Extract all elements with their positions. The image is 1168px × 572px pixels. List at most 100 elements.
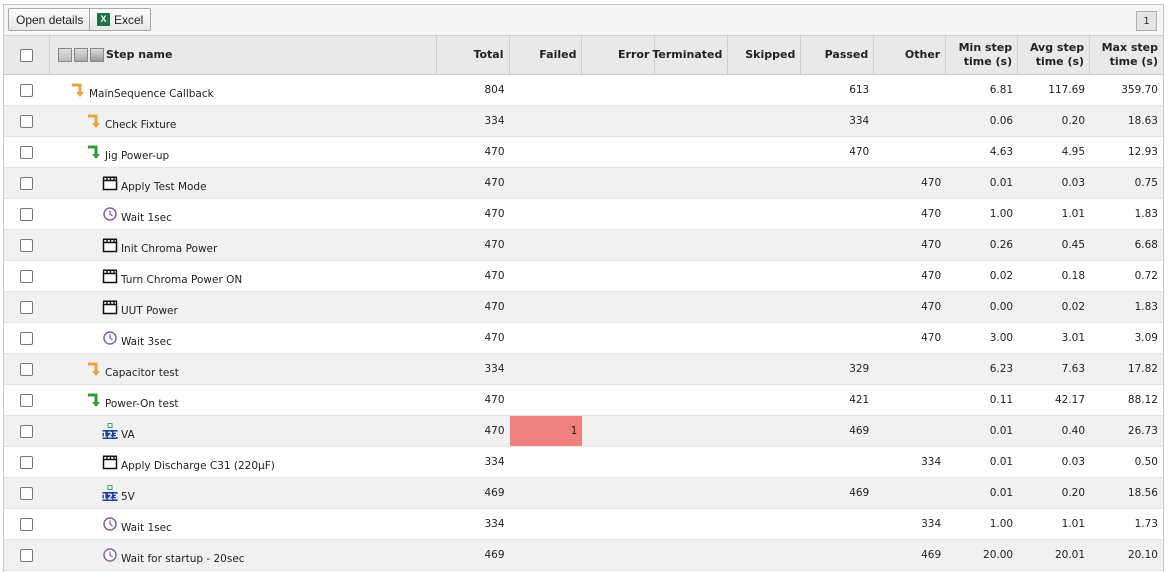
step-name: MainSequence Callback [88, 88, 214, 100]
error-cell [582, 261, 655, 291]
max-time-cell: 1.73 [1134, 518, 1158, 530]
failed-cell [510, 199, 583, 229]
header-total[interactable]: Total [437, 36, 510, 74]
row-select-cell [4, 509, 50, 539]
step-name-cell: Wait 1sec [50, 509, 437, 539]
passed-cell: 469 [849, 425, 870, 437]
max-time-cell: 18.63 [1127, 115, 1158, 127]
header-other[interactable]: Other [874, 36, 947, 74]
header-terminated[interactable]: Terminated [652, 36, 729, 74]
table-row[interactable]: Wait 3sec 470 470 3.00 3.01 3.09 [4, 323, 1163, 354]
max-time-cell: 26.73 [1127, 425, 1158, 437]
table-row[interactable]: Apply Test Mode 470 470 0.01 0.03 0.75 [4, 168, 1163, 199]
table-row[interactable]: 123 5V 469 469 0.01 0.20 18.56 [4, 478, 1163, 509]
skipped-cell [728, 416, 801, 446]
table-row[interactable]: Wait 1sec 470 470 1.00 1.01 1.83 [4, 199, 1163, 230]
total-cell: 334 [484, 456, 505, 468]
table-row[interactable]: 123 VA 470 1 469 0.01 0.40 26.73 [4, 416, 1163, 447]
row-checkbox[interactable] [20, 517, 34, 531]
table-row[interactable]: MainSequence Callback 804 613 6.81 117.69 359… [4, 75, 1163, 106]
row-checkbox[interactable] [20, 207, 34, 221]
min-time-cell: 0.26 [989, 239, 1014, 251]
other-cell: 334 [921, 456, 942, 468]
header-max-step-time[interactable]: Max step time (s) [1090, 36, 1163, 74]
svg-text:123: 123 [102, 431, 118, 440]
row-checkbox[interactable] [20, 393, 34, 407]
header-passed[interactable]: Passed [801, 36, 875, 74]
excel-export-button[interactable]: X Excel [89, 8, 152, 31]
orange-arrow-icon [86, 361, 102, 379]
max-time-cell: 359.70 [1121, 84, 1158, 96]
clock-icon [102, 547, 118, 565]
table-row[interactable]: Capacitor test 334 329 6.23 7.63 17.82 [4, 354, 1163, 385]
select-all-checkbox[interactable] [19, 48, 33, 62]
row-checkbox[interactable] [20, 486, 34, 500]
table-row[interactable]: Apply Discharge C31 (220µF) 334 334 0.01 0.0… [4, 447, 1163, 478]
table-row[interactable]: Turn Chroma Power ON 470 470 0.02 0.18 0.72 [4, 261, 1163, 292]
other-cell: 470 [921, 177, 942, 189]
row-checkbox[interactable] [20, 362, 34, 376]
header-min-step-time[interactable]: Min step time (s) [946, 36, 1019, 74]
table-row[interactable]: UUT Power 470 470 0.00 0.02 1.83 [4, 292, 1163, 323]
total-cell: 470 [484, 270, 505, 282]
clock-icon [102, 330, 118, 348]
row-checkbox[interactable] [20, 114, 34, 128]
skipped-cell [728, 261, 801, 291]
expand-all-icon[interactable] [89, 48, 104, 62]
collapse-all-icon[interactable] [57, 48, 72, 62]
error-cell [582, 385, 655, 415]
min-time-cell: 4.63 [989, 146, 1014, 158]
row-checkbox[interactable] [20, 269, 34, 283]
row-checkbox[interactable] [20, 300, 34, 314]
terminated-cell [655, 168, 728, 198]
step-name-cell: Check Fixture [50, 106, 437, 136]
other-cell [874, 354, 946, 384]
header-avg-step-time[interactable]: Avg step time (s) [1018, 36, 1091, 74]
avg-time-cell: 0.03 [1061, 456, 1086, 468]
table-row[interactable]: Check Fixture 334 334 0.06 0.20 18.63 [4, 106, 1163, 137]
row-checkbox[interactable] [20, 424, 34, 438]
failed-cell [510, 385, 583, 415]
table-row[interactable]: Power-On test 470 421 0.11 42.17 88.12 [4, 385, 1163, 416]
avg-time-cell: 7.63 [1061, 363, 1086, 375]
avg-time-cell: 0.18 [1061, 270, 1086, 282]
header-failed[interactable]: Failed [510, 36, 583, 74]
error-cell [582, 137, 655, 167]
error-cell [582, 292, 655, 322]
header-skipped[interactable]: Skipped [728, 36, 802, 74]
header-step-name[interactable]: Step name [50, 36, 437, 74]
row-checkbox[interactable] [20, 176, 34, 190]
header-error[interactable]: Error [582, 36, 656, 74]
row-select-cell [4, 416, 50, 446]
row-checkbox[interactable] [20, 548, 34, 562]
row-select-cell [4, 478, 50, 508]
table-row[interactable]: Init Chroma Power 470 470 0.26 0.45 6.68 [4, 230, 1163, 261]
expand-level-icon[interactable] [73, 48, 88, 62]
failed-cell [510, 509, 583, 539]
error-cell [582, 75, 655, 105]
table-row[interactable]: Wait 1sec 334 334 1.00 1.01 1.73 [4, 509, 1163, 540]
other-cell [874, 416, 946, 446]
total-cell: 470 [484, 146, 505, 158]
row-checkbox[interactable] [20, 83, 34, 97]
open-details-button[interactable]: Open details [8, 8, 92, 31]
table-row[interactable]: Jig Power-up 470 470 4.63 4.95 12.93 [4, 137, 1163, 168]
terminated-cell [655, 354, 728, 384]
passed-cell: 470 [849, 146, 870, 158]
row-select-cell [4, 75, 50, 105]
min-time-cell: 0.02 [989, 270, 1014, 282]
row-checkbox[interactable] [20, 238, 34, 252]
skipped-cell [728, 540, 801, 570]
table-row[interactable]: Wait for startup - 20sec 469 469 20.00 20.01… [4, 540, 1163, 571]
skipped-cell [728, 385, 801, 415]
passed-cell [801, 323, 874, 353]
row-checkbox[interactable] [20, 455, 34, 469]
min-time-cell: 1.00 [989, 208, 1014, 220]
page-number-button[interactable]: 1 [1136, 11, 1157, 31]
row-checkbox[interactable] [20, 145, 34, 159]
other-cell: 470 [921, 332, 942, 344]
failed-cell [510, 323, 583, 353]
avg-time-cell: 0.03 [1061, 177, 1086, 189]
row-checkbox[interactable] [20, 331, 34, 345]
terminated-cell [655, 385, 728, 415]
